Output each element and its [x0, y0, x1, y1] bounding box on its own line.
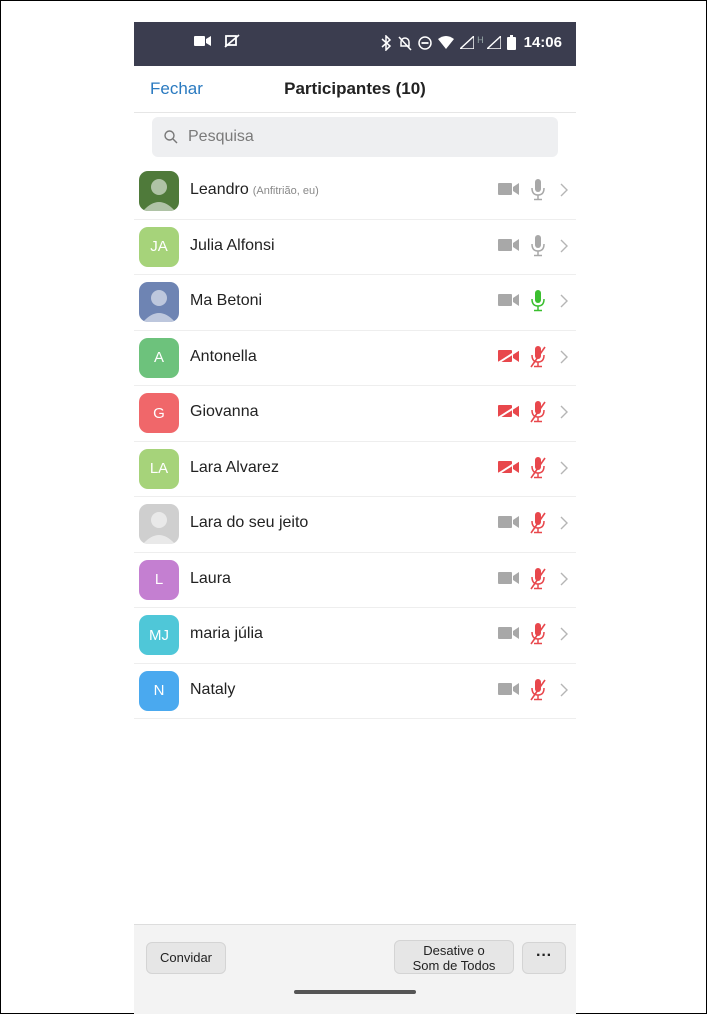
chevron-right-icon	[560, 461, 568, 480]
mute-all-button[interactable]: Desative o Som de Todos	[394, 940, 514, 974]
participant-role: (Anfitrião, eu)	[252, 185, 319, 197]
wifi-icon	[438, 36, 455, 49]
video-off-icon	[497, 458, 521, 479]
video-camera-icon	[498, 515, 520, 534]
chevron-right-icon	[560, 683, 568, 702]
mic-muted-icon	[530, 511, 546, 540]
avatar: A	[139, 337, 179, 378]
home-indicator[interactable]	[294, 990, 416, 994]
phone-screen: H 14:06 Fechar Participantes (10) Leandr…	[134, 22, 576, 1014]
signal-icon	[460, 36, 475, 49]
avatar: LA	[139, 448, 179, 489]
avatar: N	[139, 670, 179, 711]
chevron-right-icon	[560, 183, 568, 202]
participant-name-container: maria júlia	[190, 625, 263, 643]
avatar-photo	[139, 171, 179, 211]
participant-name: Antonella	[190, 347, 257, 365]
video-camera-icon	[498, 182, 520, 201]
network-type-icon: H	[477, 34, 484, 45]
participant-name: Lara do seu jeito	[190, 514, 309, 531]
bottom-toolbar: Convidar Desative o Som de Todos ···	[134, 924, 576, 1014]
participant-name-container: Laura	[190, 570, 231, 588]
chevron-right-icon	[560, 239, 568, 258]
participant-name: Lara Alvarez	[190, 458, 279, 476]
search-bar[interactable]	[152, 117, 558, 157]
video-camera-icon	[498, 238, 520, 257]
search-icon	[164, 130, 178, 144]
participant-row[interactable]: Ma Betoni	[134, 275, 576, 331]
avatar-photo	[139, 282, 179, 322]
status-bar: H 14:06	[134, 22, 576, 66]
participant-row[interactable]: N Nataly	[134, 664, 576, 719]
participant-name-container: Julia Alfonsi	[190, 237, 275, 255]
mic-muted-icon	[530, 678, 546, 707]
video-camera-icon	[498, 626, 520, 645]
participant-name-container: Leandro (Anfitrião, eu)	[190, 181, 319, 199]
chevron-right-icon	[560, 294, 568, 313]
screen-off-icon	[224, 34, 240, 48]
video-camera-icon	[194, 36, 211, 46]
participant-name-container: Lara do seu jeito	[190, 514, 308, 532]
participant-row[interactable]: G Giovanna	[134, 386, 576, 442]
video-camera-icon	[498, 293, 520, 312]
mute-bell-icon	[398, 35, 412, 51]
participant-row[interactable]: L Laura	[134, 553, 576, 608]
chevron-right-icon	[560, 405, 568, 424]
microphone-icon	[530, 289, 546, 318]
participant-name-container: Lara Alvarez	[190, 459, 279, 477]
video-camera-icon	[498, 571, 520, 590]
status-time: 14:06	[523, 34, 562, 51]
participant-row[interactable]: JA Julia Alfonsi	[134, 220, 576, 275]
participant-name: Giovanna	[190, 403, 259, 420]
participant-name: Julia Alfonsi	[190, 236, 275, 254]
header: Fechar Participantes (10)	[134, 66, 576, 113]
signal-icon-2	[486, 36, 501, 49]
participant-name: Laura	[190, 569, 231, 587]
participant-list: Leandro (Anfitrião, eu) JA Julia Alfonsi Ma …	[134, 164, 576, 719]
avatar: L	[139, 559, 179, 600]
participant-name: Ma Betoni	[190, 292, 263, 309]
mute-all-label-line2: Som de Todos	[412, 958, 496, 973]
mute-all-label-line1: Desative o	[423, 943, 485, 958]
participant-name: maria júlia	[190, 625, 263, 642]
microphone-icon	[530, 234, 546, 263]
video-camera-icon	[498, 682, 520, 701]
participant-row[interactable]: MJ maria júlia	[134, 608, 576, 664]
chevron-right-icon	[560, 627, 568, 646]
participant-name-container: Ma Betoni	[190, 292, 262, 310]
participant-row[interactable]: LA Lara Alvarez	[134, 442, 576, 497]
participant-name: Nataly	[190, 680, 236, 698]
participant-name: Leandro	[190, 181, 249, 198]
avatar: G	[139, 393, 179, 433]
more-options-button[interactable]: ···	[522, 942, 566, 974]
video-off-icon	[497, 347, 521, 368]
chevron-right-icon	[560, 516, 568, 535]
mic-muted-icon	[530, 400, 546, 429]
avatar-photo	[139, 504, 179, 544]
participant-name-container: Nataly	[190, 681, 235, 699]
participant-row[interactable]: A Antonella	[134, 331, 576, 386]
do-not-disturb-icon	[418, 35, 432, 50]
mic-muted-icon	[530, 567, 546, 596]
avatar: JA	[139, 226, 179, 267]
search-input[interactable]	[186, 127, 530, 147]
avatar: MJ	[139, 615, 179, 655]
participant-name-container: Antonella	[190, 348, 257, 366]
mic-muted-icon	[530, 622, 546, 651]
mic-muted-icon	[530, 456, 546, 485]
video-off-icon	[497, 403, 521, 423]
chevron-right-icon	[560, 350, 568, 369]
participant-row[interactable]: Lara do seu jeito	[134, 497, 576, 553]
battery-icon	[506, 35, 516, 50]
participant-name-container: Giovanna	[190, 403, 259, 421]
bluetooth-icon	[381, 34, 392, 51]
invite-button[interactable]: Convidar	[146, 942, 226, 974]
participant-row[interactable]: Leandro (Anfitrião, eu)	[134, 164, 576, 220]
page-title: Participantes (10)	[284, 79, 426, 98]
mic-muted-icon	[530, 345, 546, 374]
microphone-icon	[530, 178, 546, 207]
chevron-right-icon	[560, 572, 568, 591]
